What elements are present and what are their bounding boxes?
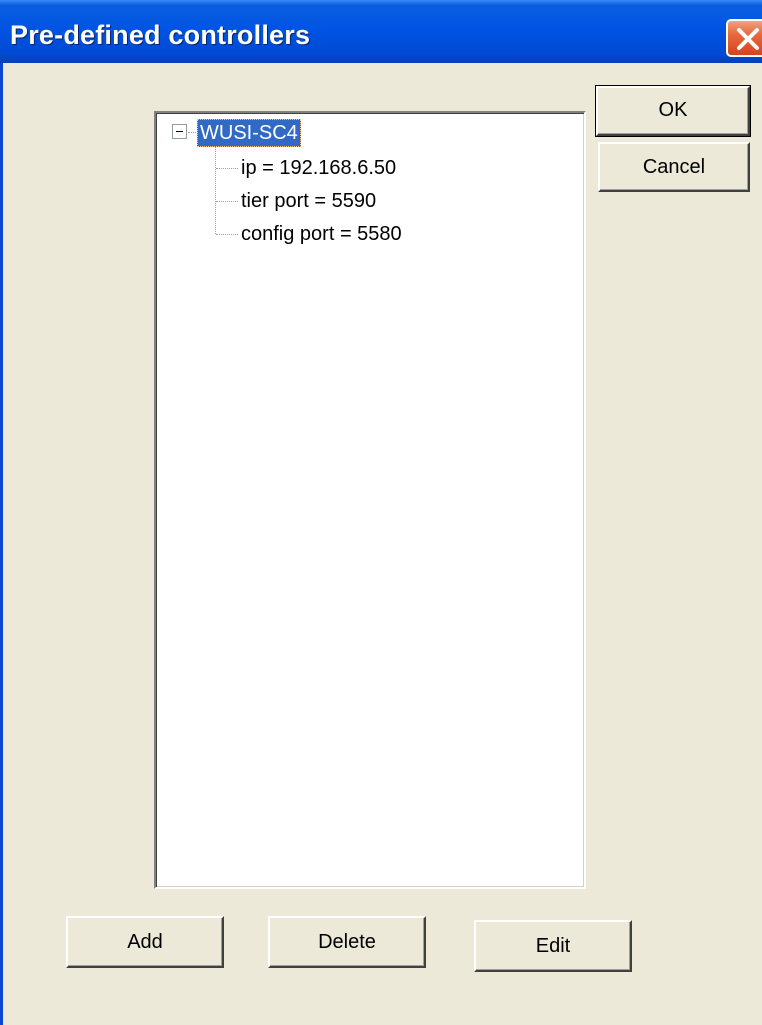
collapse-icon[interactable]	[172, 124, 187, 139]
close-icon	[737, 28, 759, 50]
tree-node-ip[interactable]: ip = 192.168.6.50	[241, 154, 396, 182]
delete-button[interactable]: Delete	[268, 916, 426, 968]
tree-connector	[216, 234, 238, 235]
ok-button[interactable]: OK	[595, 85, 751, 137]
close-button[interactable]	[726, 19, 762, 57]
title-bar[interactable]: Pre-defined controllers	[0, 0, 762, 63]
cancel-button[interactable]: Cancel	[598, 142, 750, 192]
tree-node-wusi-sc4[interactable]: WUSI-SC4	[197, 119, 301, 147]
tree-node-tier-port[interactable]: tier port = 5590	[241, 187, 376, 215]
edit-button[interactable]: Edit	[474, 920, 632, 972]
tree-connector	[188, 132, 196, 133]
tree-connector	[216, 201, 238, 202]
tree-connector	[215, 147, 216, 234]
window-border	[0, 63, 3, 1025]
tree-connector	[216, 168, 238, 169]
window-title: Pre-defined controllers	[10, 20, 311, 50]
add-button[interactable]: Add	[66, 916, 224, 968]
tree-node-config-port[interactable]: config port = 5580	[241, 220, 402, 248]
